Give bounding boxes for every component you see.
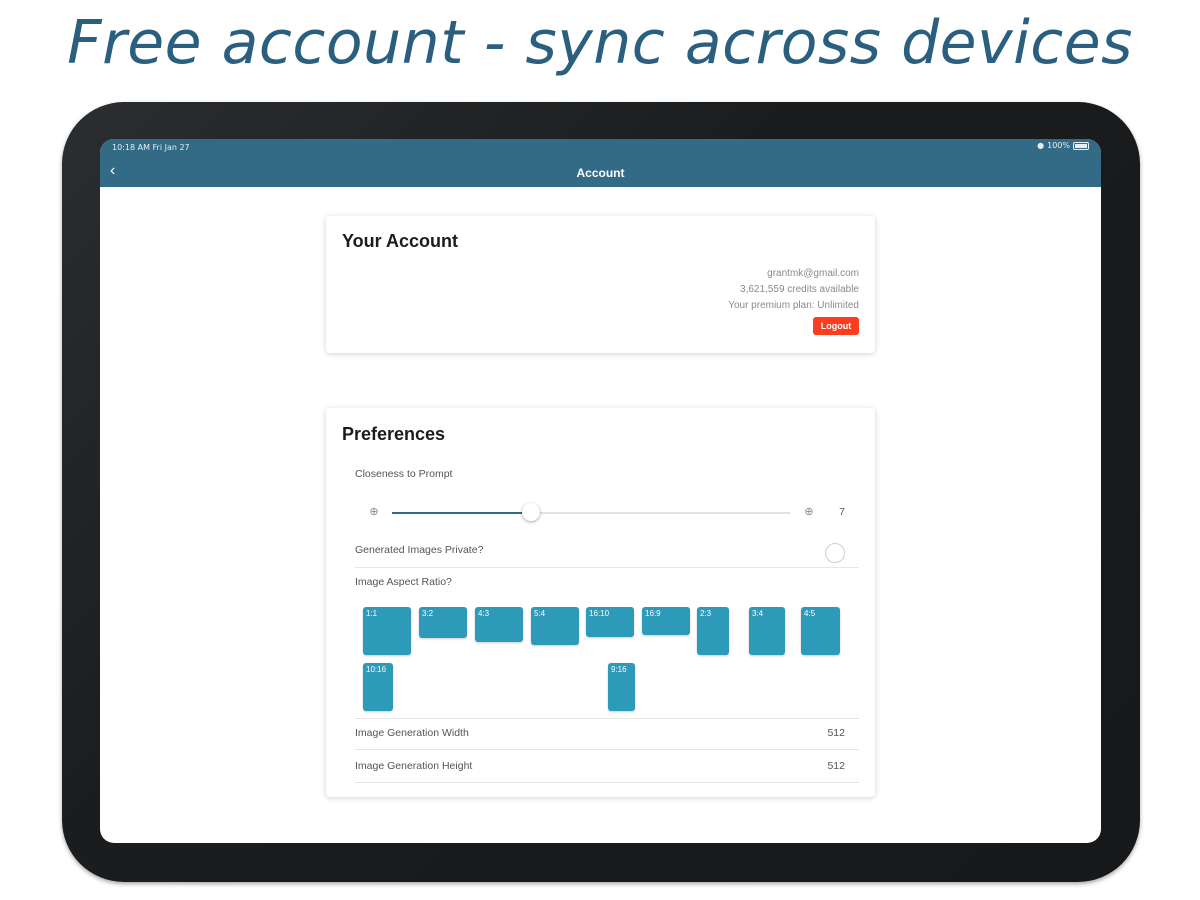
- aspect-ratio-option[interactable]: 4:5: [801, 607, 840, 655]
- preferences-card-title: Preferences: [342, 424, 446, 444]
- aspect-ratio-option[interactable]: 16:10: [586, 607, 634, 637]
- battery-percent: 100%: [1047, 141, 1070, 150]
- status-time: 10:18 AM Fri Jan 27: [112, 143, 190, 152]
- status-indicators: ● 100%: [1037, 141, 1089, 150]
- headline: Free account - sync across devices: [67, 8, 1133, 78]
- closeness-label: Closeness to Prompt: [355, 468, 453, 480]
- aspect-ratio-option[interactable]: 10:16: [363, 663, 393, 711]
- aspect-ratio-option[interactable]: 9:16: [608, 663, 635, 711]
- preferences-card: Preferences Closeness to Prompt ⊕ ⊕ 7 Ge…: [326, 408, 875, 797]
- slider-thumb[interactable]: [522, 503, 540, 521]
- account-card-title: Your Account: [342, 231, 458, 251]
- aspect-ratio-option[interactable]: 3:4: [749, 607, 785, 655]
- nav-title: Account: [576, 166, 625, 180]
- divider: [355, 567, 859, 568]
- height-value[interactable]: 512: [827, 760, 845, 772]
- divider: [355, 718, 859, 719]
- navigation-bar: 10:18 AM Fri Jan 27 ● 100% ‹ Account: [100, 139, 1101, 187]
- aspect-ratio-option[interactable]: 2:3: [697, 607, 729, 655]
- aspect-ratio-option[interactable]: 16:9: [642, 607, 690, 635]
- width-label: Image Generation Width: [355, 727, 469, 739]
- tablet-screen: 10:18 AM Fri Jan 27 ● 100% ‹ Account You…: [100, 139, 1101, 843]
- slider-max-icon: ⊕: [804, 506, 814, 518]
- closeness-value: 7: [839, 506, 845, 518]
- battery-icon: [1073, 141, 1089, 150]
- account-plan: Your premium plan: Unlimited: [728, 300, 859, 311]
- slider-fill: [392, 512, 531, 514]
- wifi-icon: ●: [1037, 141, 1045, 150]
- aspect-label: Image Aspect Ratio?: [355, 576, 452, 588]
- account-email: grantmk@gmail.com: [767, 268, 859, 279]
- account-card: Your Account grantmk@gmail.com 3,621,559…: [326, 216, 875, 353]
- aspect-ratio-option[interactable]: 3:2: [419, 607, 467, 638]
- divider: [355, 749, 859, 750]
- slider-min-icon: ⊕: [369, 506, 379, 518]
- width-value[interactable]: 512: [827, 727, 845, 739]
- aspect-ratio-option[interactable]: 1:1: [363, 607, 411, 655]
- aspect-ratio-option[interactable]: 5:4: [531, 607, 579, 645]
- private-label: Generated Images Private?: [355, 544, 484, 556]
- account-credits: 3,621,559 credits available: [740, 284, 859, 295]
- height-label: Image Generation Height: [355, 760, 473, 772]
- logout-button[interactable]: Logout: [813, 317, 859, 335]
- aspect-ratio-option[interactable]: 4:3: [475, 607, 523, 642]
- divider: [355, 782, 859, 783]
- closeness-slider[interactable]: [392, 503, 790, 521]
- private-toggle[interactable]: [825, 543, 845, 563]
